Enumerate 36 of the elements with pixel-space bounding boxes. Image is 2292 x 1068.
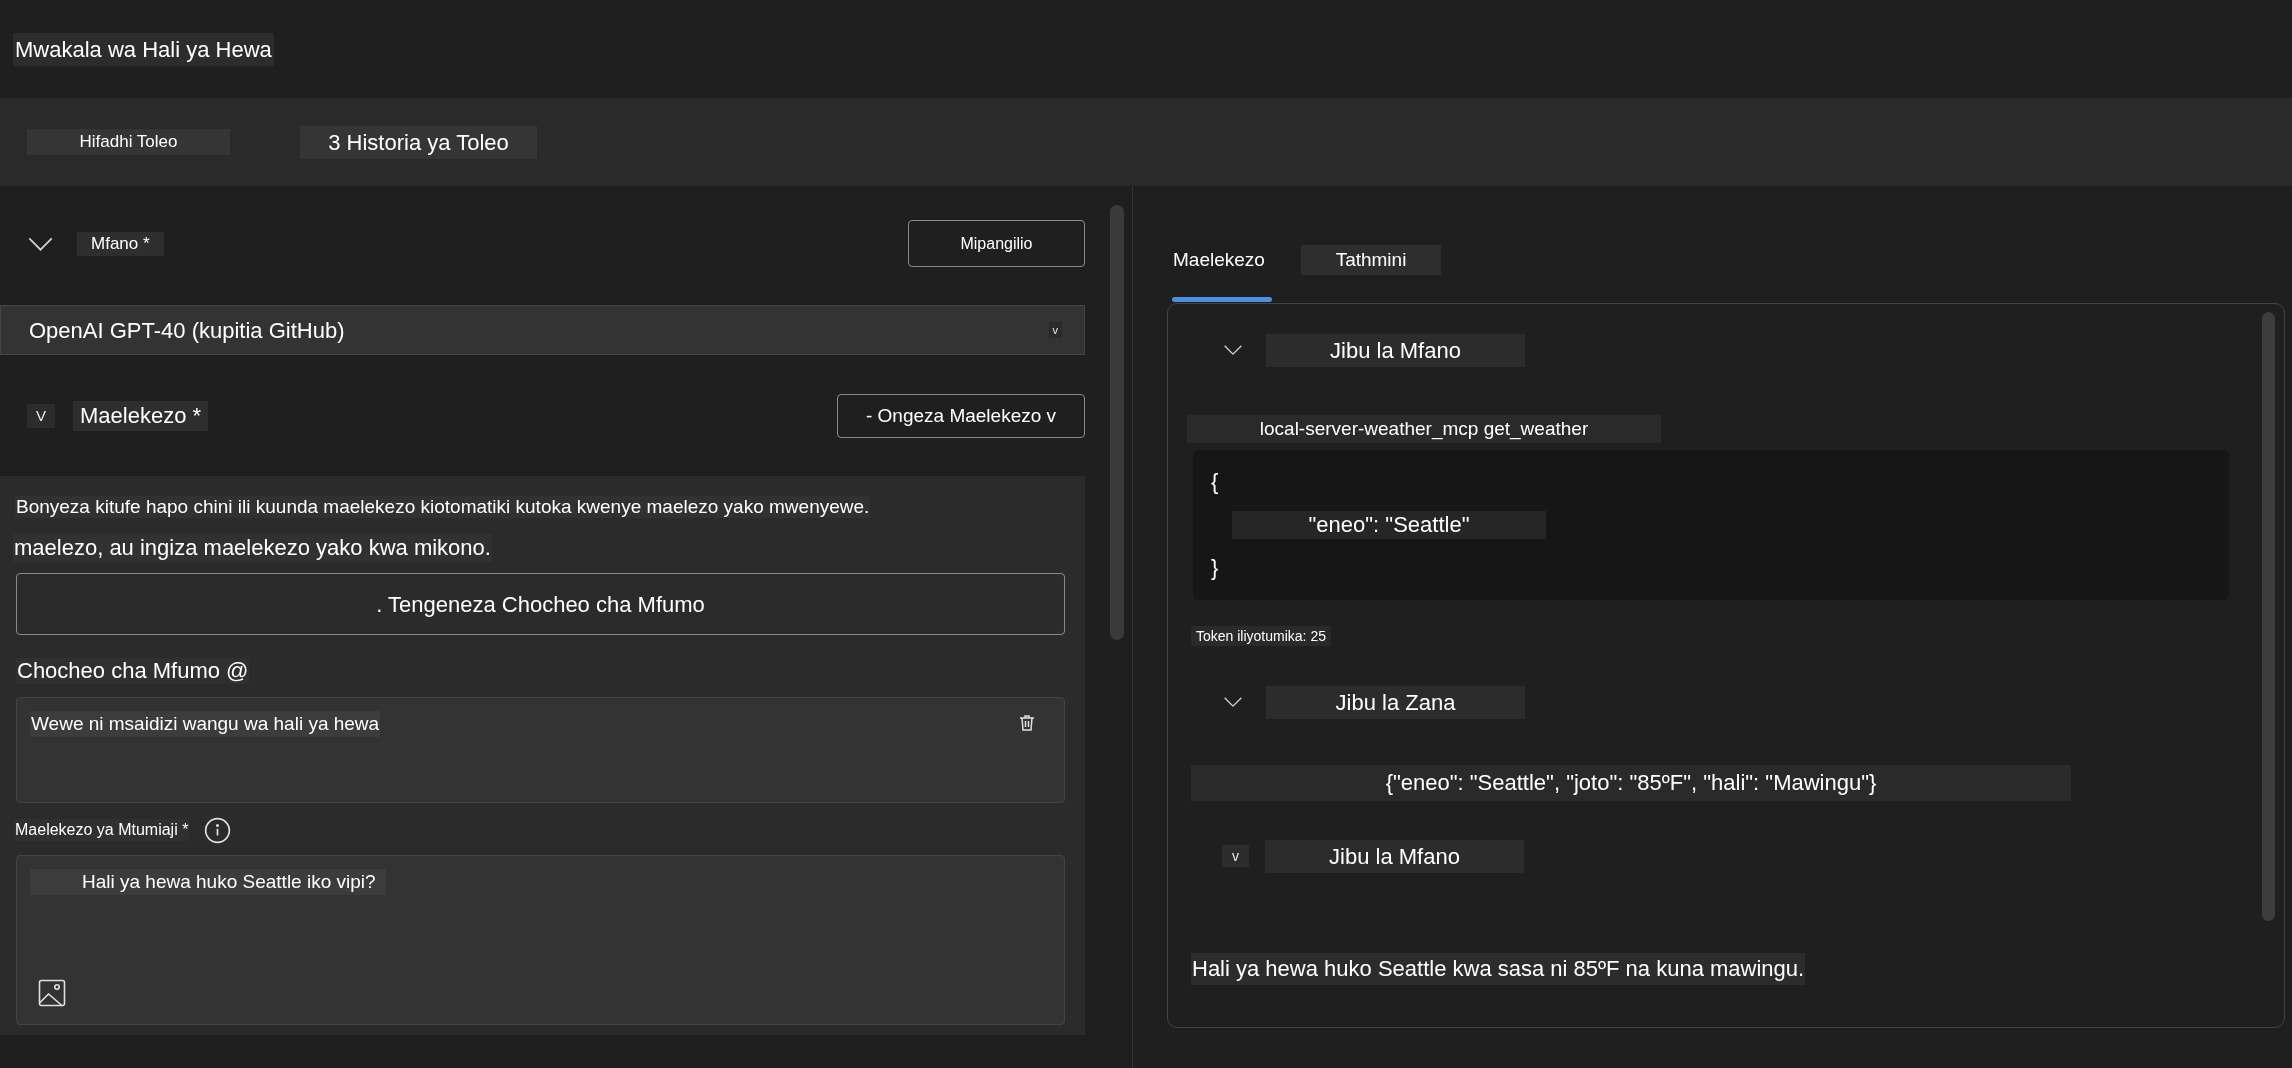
image-icon[interactable] <box>38 979 66 1007</box>
chevron-icon[interactable] <box>27 235 54 252</box>
info-icon[interactable] <box>204 816 232 844</box>
code-line: } <box>1211 554 1219 582</box>
scrollbar[interactable] <box>1110 205 1124 640</box>
trash-icon[interactable] <box>1017 713 1037 733</box>
chevron-icon[interactable] <box>1223 696 1243 708</box>
toggle-button[interactable]: V <box>27 404 55 428</box>
section-title: Jibu la Mfano <box>1265 839 1524 873</box>
section-label: Mfano * <box>77 231 164 256</box>
tool-name: local-server-weather_mcp get_weather <box>1187 415 1661 443</box>
settings-button[interactable]: Mipangilio <box>908 220 1085 267</box>
section-title: Jibu la Zana <box>1266 685 1525 719</box>
add-instructions-button[interactable]: - Ongeza Maelekezo v <box>837 394 1085 438</box>
field-label: Chocheo cha Mfumo @ <box>16 658 250 684</box>
window-title: Mwakala wa Hali ya Hewa <box>13 32 274 66</box>
code-line: { <box>1211 468 1219 496</box>
field-label: Maelekezo ya Mtumiaji * <box>14 819 190 841</box>
toggle-button[interactable]: v <box>1222 845 1249 867</box>
caret-icon: v <box>1048 321 1062 339</box>
section-title: Jibu la Mfano <box>1266 333 1525 367</box>
generate-button[interactable]: . Tengeneza Chocheo cha Mfumo <box>16 573 1065 635</box>
system-prompt-field[interactable]: Wewe ni msaidizi wangu wa hali ya hewa <box>16 697 1065 803</box>
model-dropdown[interactable]: OpenAI GPT-40 (kupitia GitHub) v <box>0 305 1085 355</box>
response-text: Hali ya hewa huko Seattle kwa sasa ni 85ºF na kuna mawingu. <box>1191 953 1806 985</box>
save-version-button[interactable]: Hifadhi Toleo <box>27 129 230 155</box>
section-label: Maelekezo * <box>73 401 209 431</box>
hint-text: maelezo, au ingiza maelekezo yako kwa mikono. <box>13 534 492 562</box>
scrollbar[interactable] <box>2262 312 2275 921</box>
version-history-button[interactable]: 3 Historia ya Toleo <box>300 125 537 159</box>
tool-result: {"eneo": "Seattle", "joto": "85ºF", "hali": "Mawingu"} <box>1191 765 2071 801</box>
user-prompt-field[interactable]: Hali ya hewa huko Seattle iko vipi? <box>16 855 1065 1025</box>
token-count: Token iliyotumika: 25 <box>1191 626 1331 646</box>
chevron-icon[interactable] <box>1223 344 1243 356</box>
hint-text: Bonyeza kitufe hapo chini ili kuunda maelekezo kiotomatiki kutoka kwenye maelezo yako mwenyewe. <box>15 496 871 518</box>
tab[interactable]: Maelekezo <box>1172 245 1272 302</box>
